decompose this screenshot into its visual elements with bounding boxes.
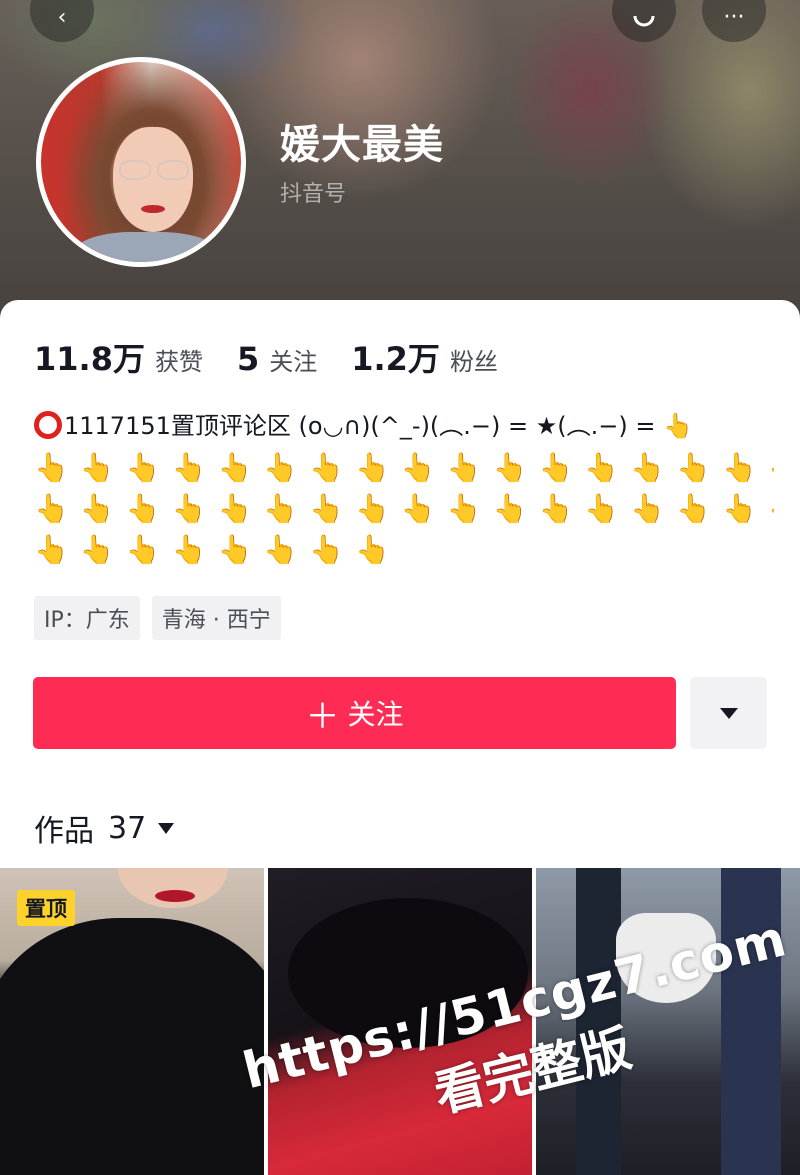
stat-followers[interactable]: 1.2万 粉丝 bbox=[351, 334, 498, 380]
avatar[interactable] bbox=[36, 57, 246, 267]
thumb-face bbox=[118, 868, 228, 908]
bio-line: 👆👆👆👆👆👆👆👆👆👆👆👆👆👆👆👆👆 bbox=[34, 451, 774, 484]
thumb-lips bbox=[155, 890, 195, 902]
avatar-lips bbox=[141, 205, 165, 213]
thumb-hair bbox=[288, 898, 528, 1048]
stat-label: 获赞 bbox=[154, 348, 203, 376]
avatar-glasses-right bbox=[157, 160, 189, 180]
avatar-glasses-left bbox=[119, 160, 151, 180]
video-thumbnail[interactable]: 置顶 bbox=[0, 868, 264, 1175]
profile-tags: IP：广东 青海 · 西宁 bbox=[34, 596, 293, 640]
profile-stats: 11.8万 获赞 5 关注 1.2万 粉丝 bbox=[34, 334, 532, 380]
profile-nickname: 媛大最美 bbox=[280, 122, 444, 168]
red-circle-icon bbox=[34, 411, 62, 439]
follow-label: 关注 bbox=[347, 698, 404, 731]
back-arrow-icon: ‹ bbox=[57, 5, 67, 30]
caret-down-icon bbox=[158, 822, 175, 834]
video-thumbnail[interactable] bbox=[268, 868, 532, 1175]
profile-card: 11.8万 获赞 5 关注 1.2万 粉丝 1117151置顶评论区 (o◡∩)… bbox=[0, 300, 800, 860]
pinned-badge: 置顶 bbox=[17, 890, 75, 926]
works-label: 作品 bbox=[34, 814, 94, 849]
avatar-shirt bbox=[71, 232, 221, 262]
video-thumbnail[interactable] bbox=[536, 868, 800, 1175]
profile-cover: ‹ ··· 媛大最美 抖音号 bbox=[0, 0, 800, 320]
profile-bio: 1117151置顶评论区 (o◡∩)(^_-)(︵.−) = ★(︵.−) = … bbox=[34, 406, 774, 570]
thumb-hair-left bbox=[576, 868, 621, 1175]
stat-number: 1.2万 bbox=[351, 340, 440, 378]
caret-down-icon bbox=[719, 707, 738, 719]
stat-label: 关注 bbox=[269, 348, 318, 376]
search-icon bbox=[633, 16, 655, 27]
thumb-face-mask bbox=[616, 913, 716, 1003]
bio-line: 1117151置顶评论区 (o◡∩)(^_-)(︵.−) = ★(︵.−) = … bbox=[34, 406, 774, 447]
thumb-hair-right bbox=[721, 868, 781, 1175]
tab-works[interactable]: 作品 37 bbox=[34, 806, 175, 850]
stat-following[interactable]: 5 关注 bbox=[237, 340, 317, 378]
bio-line: 👆👆👆👆👆👆👆👆👆👆👆👆👆👆👆👆👆 bbox=[34, 492, 774, 525]
ip-location-tag: IP：广东 bbox=[34, 596, 140, 640]
bio-text: 1117151置顶评论区 (o◡∩)(^_-)(︵.−) = ★(︵.−) = … bbox=[64, 412, 693, 440]
stat-likes[interactable]: 11.8万 获赞 bbox=[34, 334, 203, 380]
follow-button[interactable]: ＋ 关注 bbox=[33, 677, 676, 749]
thumb-dress bbox=[0, 918, 264, 1175]
stat-number: 11.8万 bbox=[34, 340, 145, 378]
bio-line: 👆👆👆👆👆👆👆👆 bbox=[34, 533, 401, 566]
plus-icon: ＋ bbox=[305, 696, 340, 737]
works-count: 37 bbox=[108, 810, 147, 846]
douyin-id-label[interactable]: 抖音号 bbox=[280, 176, 346, 208]
more-icon: ··· bbox=[723, 5, 745, 30]
recommend-dropdown-button[interactable] bbox=[690, 677, 767, 749]
stat-number: 5 bbox=[236, 340, 260, 378]
video-grid: 置顶 bbox=[0, 868, 800, 1175]
stat-label: 粉丝 bbox=[449, 348, 498, 376]
location-tag[interactable]: 青海 · 西宁 bbox=[151, 596, 281, 640]
avatar-face bbox=[113, 127, 193, 232]
